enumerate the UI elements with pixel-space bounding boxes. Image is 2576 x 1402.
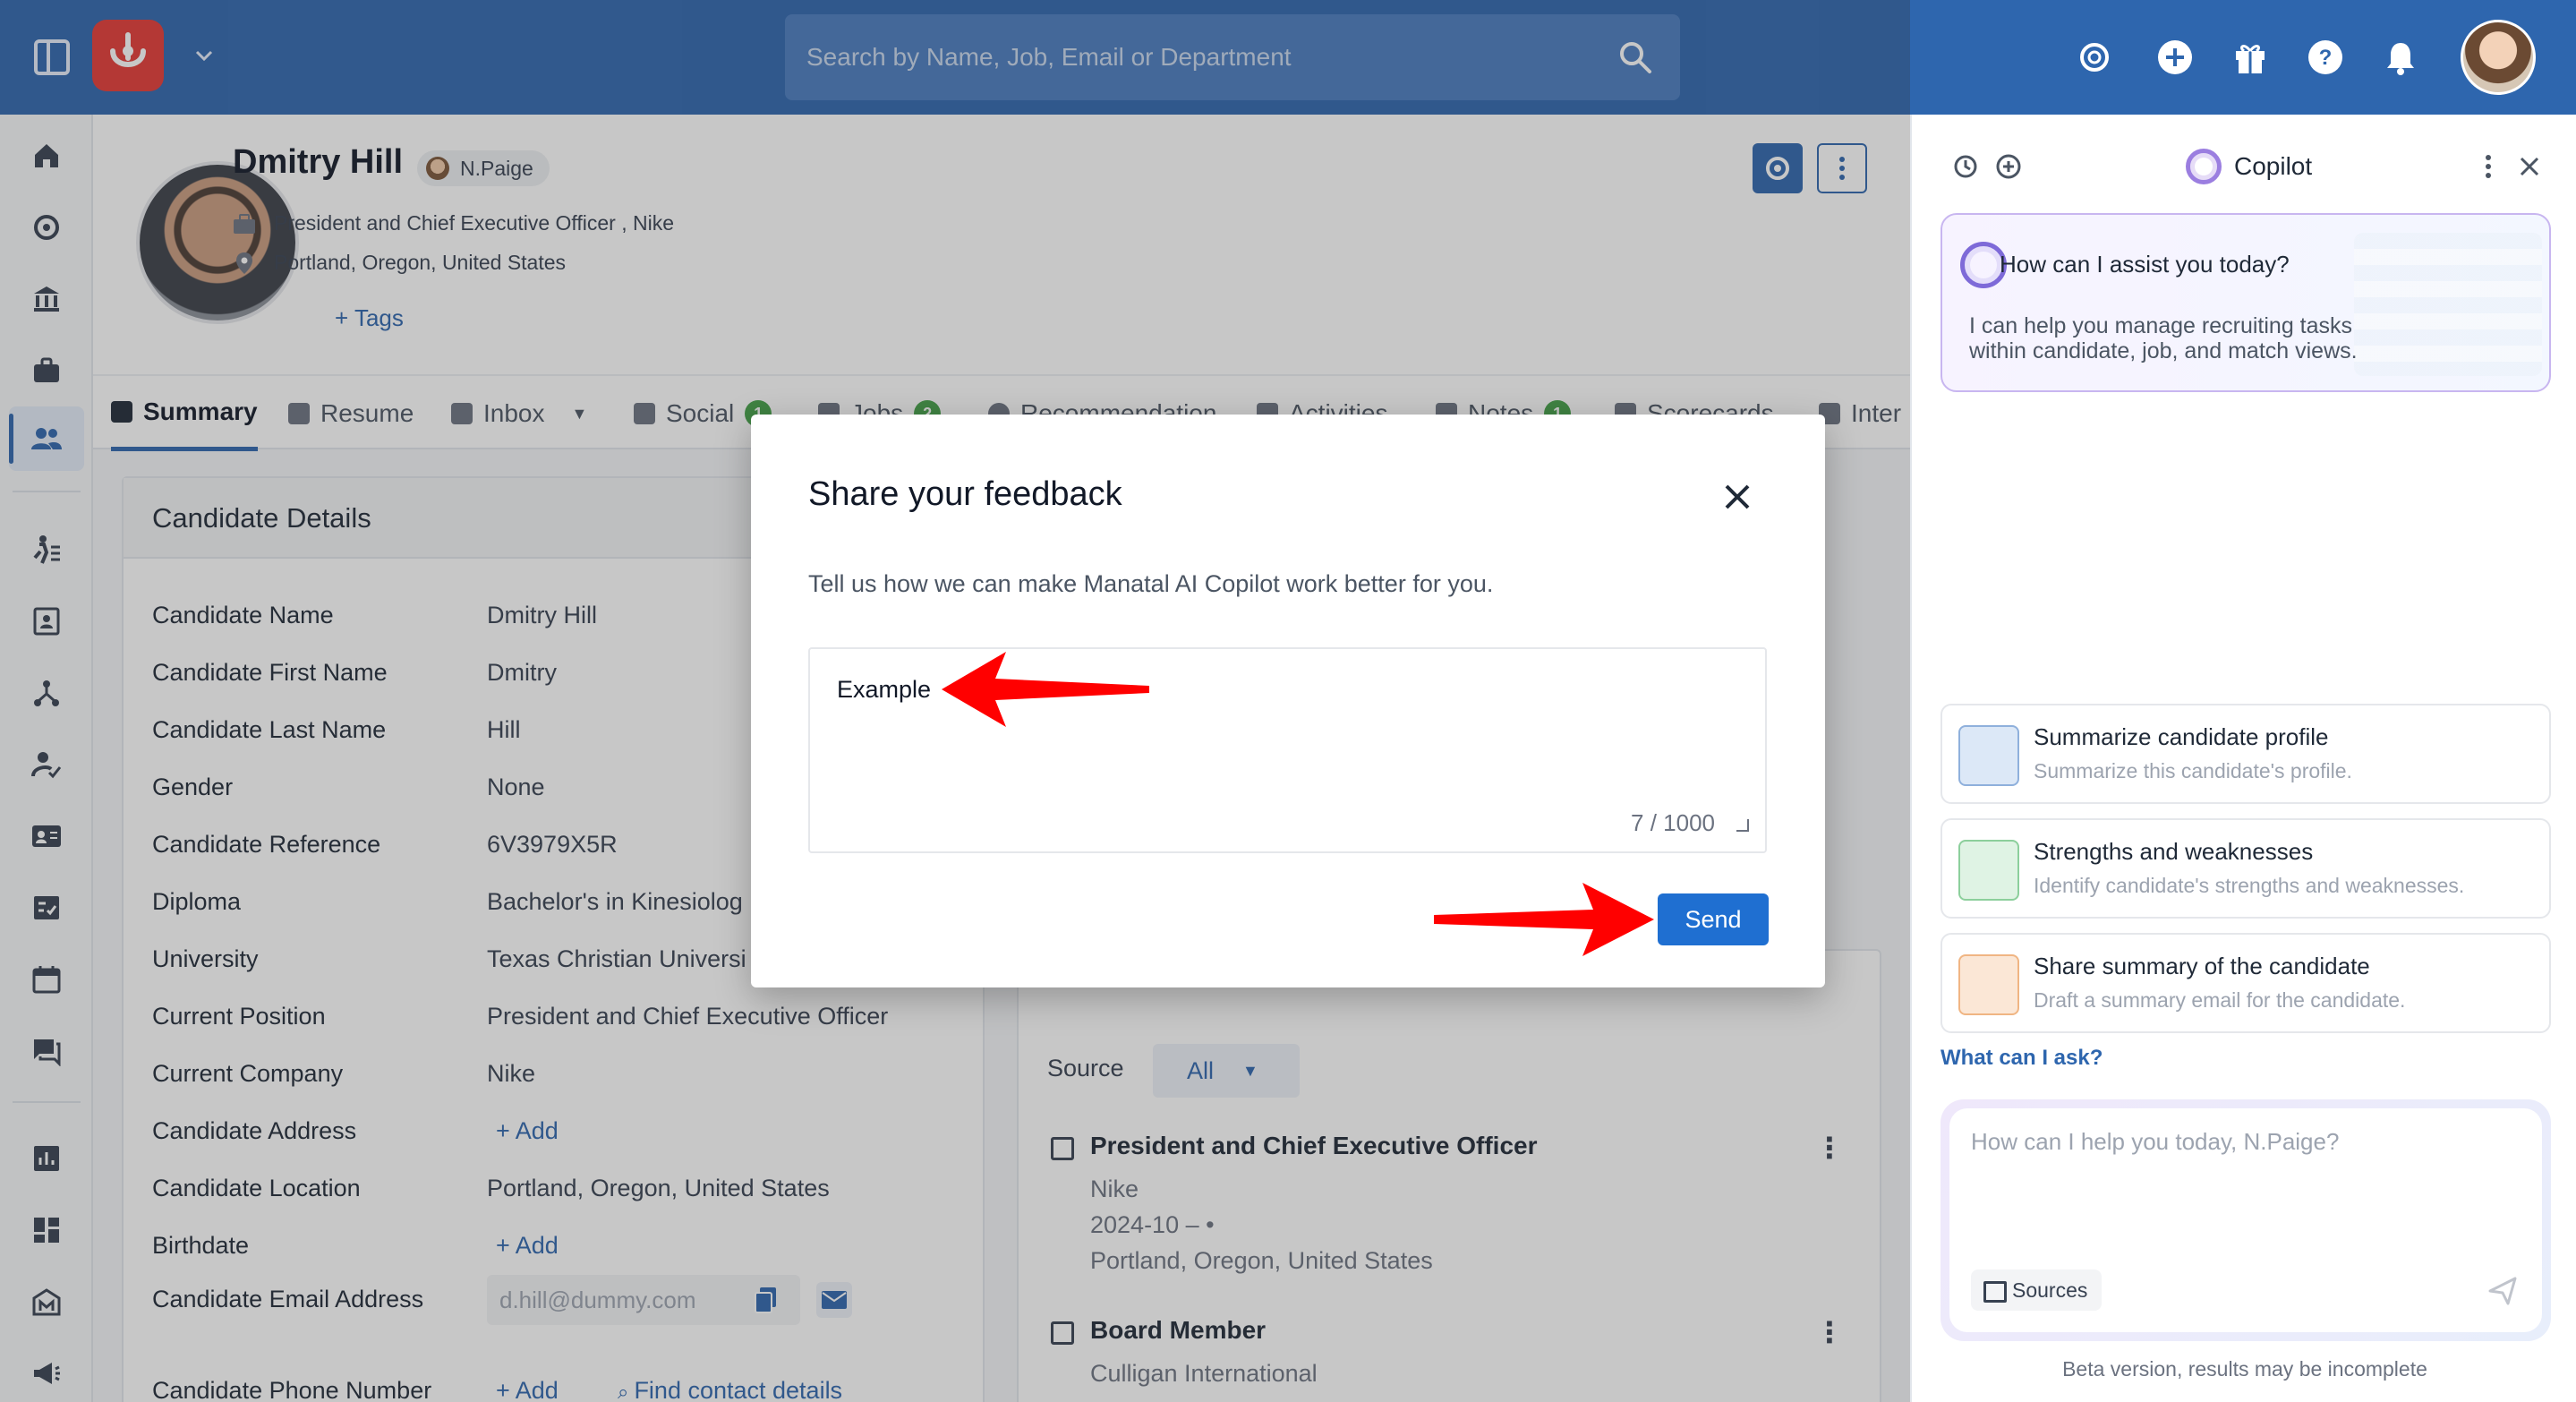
kebab-icon[interactable] bbox=[2472, 150, 2504, 183]
share-summary-icon bbox=[1958, 954, 2019, 1015]
copilot-welcome-title: How can I assist you today? bbox=[2000, 251, 2290, 278]
copilot-icon[interactable] bbox=[2073, 36, 2116, 79]
suggestion-title: Share summary of the candidate bbox=[2034, 953, 2370, 979]
copilot-logo-icon bbox=[2186, 149, 2222, 184]
send-button[interactable]: Send bbox=[1658, 893, 1769, 945]
add-icon[interactable] bbox=[2154, 36, 2196, 79]
suggestion-card[interactable]: Summarize candidate profile Summarize th… bbox=[1941, 704, 2551, 804]
send-icon[interactable] bbox=[2486, 1275, 2519, 1307]
suggestion-title: Summarize candidate profile bbox=[2034, 723, 2329, 750]
suggestion-card[interactable]: Share summary of the candidate Draft a s… bbox=[1941, 933, 2551, 1033]
copilot-panel: Copilot How can I assist you today? I ca… bbox=[1910, 115, 2576, 1402]
close-icon[interactable] bbox=[2513, 150, 2546, 183]
suggestion-card[interactable]: Strengths and weaknesses Identify candid… bbox=[1941, 818, 2551, 919]
new-chat-icon[interactable] bbox=[1992, 150, 2025, 183]
svg-text:?: ? bbox=[2319, 46, 2333, 70]
history-icon[interactable] bbox=[1949, 150, 1982, 183]
bell-icon[interactable] bbox=[2379, 36, 2422, 79]
help-icon[interactable]: ? bbox=[2304, 36, 2347, 79]
sources-button[interactable]: Sources bbox=[1971, 1269, 2103, 1311]
copilot-welcome-card bbox=[1941, 213, 2551, 392]
annotation-arrow bbox=[942, 652, 1149, 727]
close-icon[interactable] bbox=[1721, 481, 1753, 513]
character-counter: 7 / 1000 bbox=[1631, 809, 1715, 836]
beta-notice: Beta version, results may be incomplete bbox=[2062, 1357, 2427, 1381]
suggestion-subtitle: Summarize this candidate's profile. bbox=[2034, 759, 2352, 782]
profile-card-icon bbox=[1958, 725, 2019, 786]
feedback-dialog: Share your feedback Tell us how we can m… bbox=[751, 415, 1825, 987]
copilot-input[interactable] bbox=[1971, 1128, 2508, 1235]
suggestion-title: Strengths and weaknesses bbox=[2034, 838, 2314, 865]
copilot-title: Copilot bbox=[2186, 149, 2312, 184]
resize-handle-icon[interactable] bbox=[1736, 819, 1749, 832]
what-can-i-ask-link[interactable]: What can I ask? bbox=[1941, 1046, 2103, 1071]
strengths-icon bbox=[1958, 840, 2019, 901]
dialog-title: Share your feedback bbox=[808, 475, 1122, 513]
gift-icon[interactable] bbox=[2229, 36, 2272, 79]
annotation-arrow bbox=[1434, 883, 1654, 956]
dialog-description: Tell us how we can make Manatal AI Copil… bbox=[808, 570, 1494, 597]
suggestion-subtitle: Identify candidate's strengths and weakn… bbox=[2034, 874, 2465, 897]
suggestion-subtitle: Draft a summary email for the candidate. bbox=[2034, 988, 2406, 1012]
copilot-input-container: Sources bbox=[1941, 1099, 2551, 1341]
copilot-welcome-text: I can help you manage recruiting tasks w… bbox=[1969, 313, 2358, 363]
user-avatar[interactable] bbox=[2461, 20, 2536, 95]
